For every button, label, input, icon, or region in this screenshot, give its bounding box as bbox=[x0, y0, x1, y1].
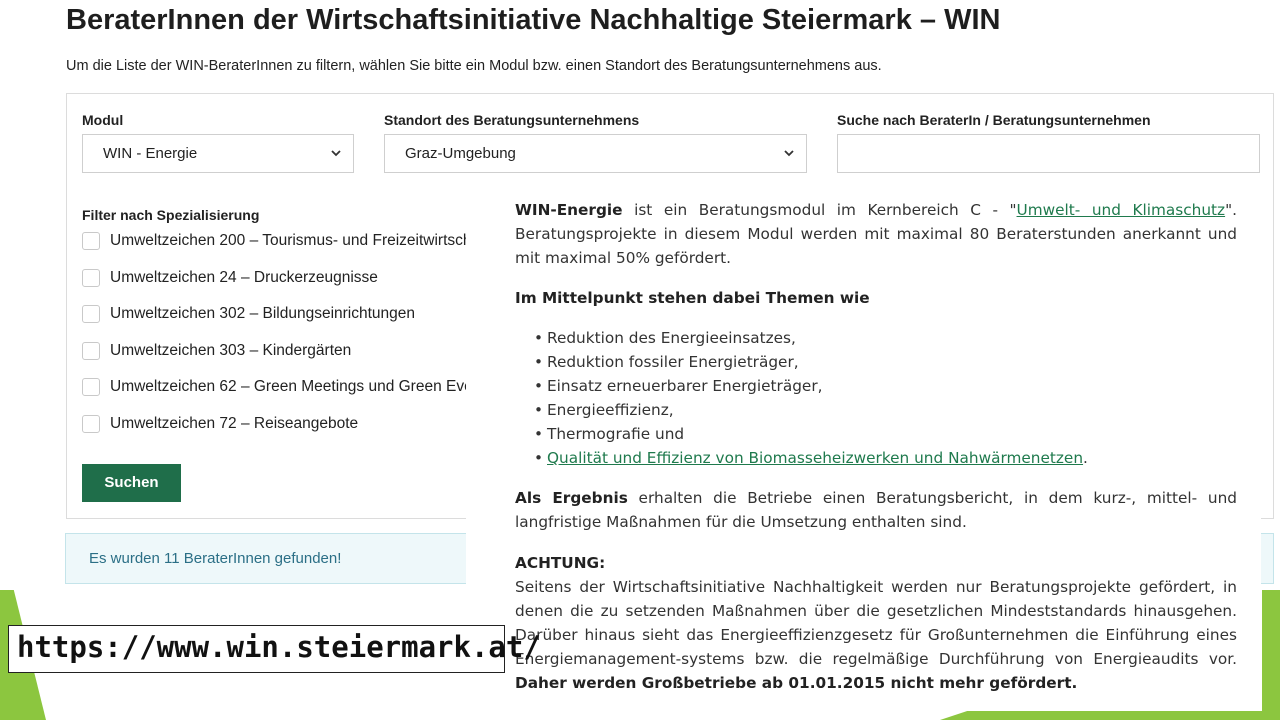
checkbox-icon[interactable] bbox=[82, 342, 100, 360]
checkbox-label: Umweltzeichen 24 – Druckerzeugnisse bbox=[110, 269, 378, 286]
checkbox-icon[interactable] bbox=[82, 378, 100, 396]
checkbox-row[interactable]: Umweltzeichen 72 – Reiseangebote bbox=[82, 414, 477, 434]
achtung-paragraph: ACHTUNG: Seitens der Wirtschaftsinitiativ… bbox=[515, 551, 1237, 695]
module-name: WIN-Energie bbox=[515, 201, 623, 219]
list-item: Reduktion des Energieeinsatzes, bbox=[515, 326, 1215, 350]
spezialisierung-title: Filter nach Spezialisierung bbox=[82, 207, 260, 223]
module-info-panel: WIN-Energie ist ein Beratungsmodul im Ke… bbox=[466, 186, 1261, 706]
ergebnis-paragraph: Als Ergebnis erhalten die Betriebe einen… bbox=[515, 486, 1237, 534]
themen-heading: Im Mittelpunkt stehen dabei Themen wie bbox=[515, 286, 1237, 310]
chevron-down-icon bbox=[331, 150, 341, 157]
suche-label: Suche nach BeraterIn / Beratungsunterneh… bbox=[837, 112, 1151, 128]
result-text: Es wurden 11 BeraterInnen gefunden! bbox=[89, 550, 342, 567]
modul-label: Modul bbox=[82, 112, 124, 128]
achtung-text: Seitens der Wirtschaftsinitiative Nachha… bbox=[515, 578, 1237, 668]
achtung-heading: ACHTUNG: bbox=[515, 554, 606, 572]
themen-heading-text: Im Mittelpunkt stehen dabei Themen wie bbox=[515, 289, 870, 307]
checkbox-label: Umweltzeichen 303 – Kindergärten bbox=[110, 342, 352, 359]
checkbox-row[interactable]: Umweltzeichen 303 – Kindergärten bbox=[82, 341, 477, 361]
search-button[interactable]: Suchen bbox=[82, 464, 181, 502]
checkbox-label: Umweltzeichen 62 – Green Meetings und Gr… bbox=[110, 378, 477, 395]
list-item: Reduktion fossiler Energieträger, bbox=[515, 350, 1215, 374]
list-item: Einsatz erneuerbarer Energieträger, bbox=[515, 374, 1215, 398]
list-item: Thermografie und bbox=[515, 422, 1215, 446]
checkbox-icon[interactable] bbox=[82, 415, 100, 433]
checkbox-label: Umweltzeichen 72 – Reiseangebote bbox=[110, 415, 359, 432]
standort-select-value: Graz-Umgebung bbox=[405, 145, 516, 162]
ergebnis-bold: Als Ergebnis bbox=[515, 489, 628, 507]
list-item-suffix: . bbox=[1083, 449, 1088, 467]
checkbox-label: Umweltzeichen 200 – Tourismus- und Freiz… bbox=[110, 232, 477, 249]
achtung-bold: Daher werden Großbetriebe ab 01.01.2015 … bbox=[515, 674, 1078, 692]
checkbox-row[interactable]: Umweltzeichen 200 – Tourismus- und Freiz… bbox=[82, 231, 477, 251]
url-label: https://www.win.steiermark.at/ bbox=[17, 630, 541, 664]
standort-label: Standort des Beratungsunternehmens bbox=[384, 112, 640, 128]
themen-list: Reduktion des Energieeinsatzes, Reduktio… bbox=[515, 326, 1215, 470]
list-item: Energieeffizienz, bbox=[515, 398, 1215, 422]
checkbox-icon[interactable] bbox=[82, 305, 100, 323]
modul-select-value: WIN - Energie bbox=[103, 145, 198, 162]
module-description: WIN-Energie ist ein Beratungsmodul im Ke… bbox=[515, 198, 1237, 270]
url-label-box: https://www.win.steiermark.at/ bbox=[8, 625, 541, 673]
standort-select[interactable]: Graz-Umgebung bbox=[384, 134, 807, 173]
umwelt-klimaschutz-link[interactable]: Umwelt- und Klimaschutz bbox=[1017, 201, 1226, 219]
suche-input[interactable] bbox=[837, 134, 1260, 173]
list-item: Qualität und Effizienz von Biomasseheizw… bbox=[515, 446, 1215, 470]
checkbox-icon[interactable] bbox=[82, 269, 100, 287]
checkbox-row[interactable]: Umweltzeichen 62 – Green Meetings und Gr… bbox=[82, 377, 477, 397]
page-intro: Um die Liste der WIN-BeraterInnen zu fil… bbox=[66, 58, 882, 74]
slide-decoration-right bbox=[1262, 590, 1280, 720]
chevron-down-icon bbox=[784, 150, 794, 157]
modul-select[interactable]: WIN - Energie bbox=[82, 134, 354, 173]
checkbox-row[interactable]: Umweltzeichen 24 – Druckerzeugnisse bbox=[82, 268, 477, 288]
checkbox-icon[interactable] bbox=[82, 232, 100, 250]
module-description-text-a: ist ein Beratungsmodul im Kernbereich C … bbox=[622, 201, 1017, 219]
slide-decoration-bottom bbox=[940, 711, 1280, 720]
biomasse-link[interactable]: Qualität und Effizienz von Biomasseheizw… bbox=[547, 449, 1083, 467]
checkbox-label: Umweltzeichen 302 – Bildungseinrichtunge… bbox=[110, 305, 416, 322]
page-title: BeraterInnen der Wirtschaftsinitiative N… bbox=[66, 4, 1001, 36]
checkbox-row[interactable]: Umweltzeichen 302 – Bildungseinrichtunge… bbox=[82, 304, 477, 324]
